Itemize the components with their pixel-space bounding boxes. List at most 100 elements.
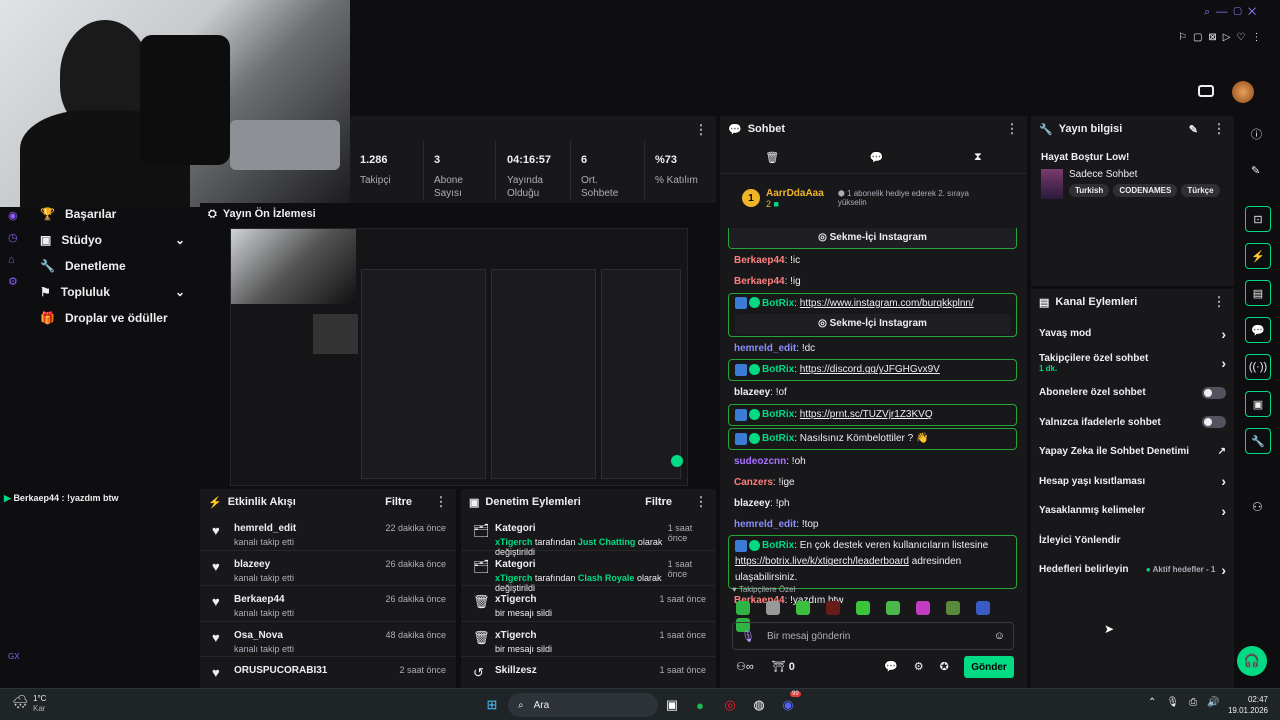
broadcast-button[interactable]: ((·)) xyxy=(1245,354,1271,380)
window-controls[interactable]: ⌕ — ▢ ✕ xyxy=(1204,6,1256,19)
emoji-icon[interactable]: ☺ xyxy=(994,630,1005,642)
notes-icon: ▤ xyxy=(1252,287,1264,300)
chat-link[interactable]: https://www.instagram.com/burqkkplnn/ xyxy=(800,298,974,309)
nav-item-studio[interactable]: ▣ Stüdyo ⌄ xyxy=(0,227,200,253)
nav-item-community[interactable]: ⚑ Topluluk ⌄ xyxy=(0,279,200,305)
activity-row[interactable]: ♥ Berkaep44 kanalı takip etti 26 dakika önc… xyxy=(200,586,456,622)
moderation-row[interactable]: 🗂 Kategori xTigerch tarafından Just Chatti… xyxy=(461,515,716,557)
activity-row[interactable]: ♥ hemreld_edit kanalı takip etti 22 dakika … xyxy=(200,515,456,551)
instagram-button[interactable]: ◎ Sekme-İçi Instagram xyxy=(729,228,1016,248)
toggle-switch[interactable] xyxy=(1202,416,1226,429)
activity-feed-panel: ⚡ Etkinlik Akışı Filtre ⋮ ♥ hemreld_edit k… xyxy=(200,489,456,693)
gift-leaderboard[interactable]: 1 AarrDdaAaa 2 ■ ⬢ 1 abonelik hediye ede… xyxy=(720,174,1027,222)
toggle-switch[interactable] xyxy=(1202,386,1226,399)
nav-item-drops[interactable]: 🎁 Droplar ve ödüller xyxy=(0,305,200,331)
chat-button[interactable]: 💬 xyxy=(1245,317,1271,343)
taskbar-search[interactable]: ⌕ Ara xyxy=(508,693,658,717)
lightning-button[interactable]: ⚡ xyxy=(1245,243,1271,269)
clock[interactable]: 02:47 19.01.2026 xyxy=(1224,694,1268,716)
activity-user[interactable]: ORUSPUCORABI31 xyxy=(234,665,327,676)
kebab-icon[interactable]: ⋮ xyxy=(434,494,448,510)
bot-message: BotRix: https://www.instagram.com/burqkk… xyxy=(728,292,1017,337)
edit-icon[interactable]: ✎ xyxy=(1189,123,1198,136)
channel-action-item[interactable]: Yasaklanmış kelimeler › xyxy=(1031,496,1234,526)
chat-settings-icon[interactable]: 💬 xyxy=(870,151,884,164)
nav-item-moderation[interactable]: 🔧 Denetleme xyxy=(0,253,200,279)
kebab-icon[interactable]: ⋮ xyxy=(694,122,708,138)
infinity-icon[interactable]: ⚇∞ xyxy=(736,660,754,673)
channel-action-item[interactable]: İzleyici Yönlendir xyxy=(1031,526,1234,556)
kebab-icon[interactable]: ⋮ xyxy=(694,494,708,510)
extensions-icon[interactable]: ⚇ xyxy=(1252,500,1263,514)
chat-link[interactable]: https://prnt.sc/TUZVjr1Z3KVQ xyxy=(800,409,933,420)
channel-action-item[interactable]: Abonelere özel sohbet xyxy=(1031,378,1234,408)
gear-icon[interactable]: ⚙ xyxy=(914,660,924,673)
moderation-header: ▣ Denetim Eylemleri Filtre ⋮ xyxy=(469,494,708,510)
activity-user[interactable]: Osa_Nova xyxy=(234,630,294,641)
emote-row[interactable] xyxy=(736,601,1026,632)
discord-icon[interactable]: ◉ xyxy=(778,695,798,715)
chat-link[interactable]: https://discord.gg/yJFGHGvx9V xyxy=(800,364,940,375)
mod-time: 1 saat önce xyxy=(659,629,706,640)
channel-action-item[interactable]: Yavaş mod › xyxy=(1031,319,1234,349)
toolbar-icons[interactable]: ⚐▢⊠▷♡⋮ xyxy=(1178,32,1267,43)
pencil-icon[interactable]: ✎ xyxy=(1251,164,1260,177)
tools-button[interactable]: 🔧 xyxy=(1245,428,1271,454)
channel-action-item[interactable]: Yalnızca ifadelerle sohbet xyxy=(1031,408,1234,438)
theater-mode-icon[interactable] xyxy=(1198,85,1214,97)
notes-button[interactable]: ▤ xyxy=(1245,280,1271,306)
weather-widget[interactable]: 1°C Kar xyxy=(33,694,46,714)
windows-start-icon[interactable]: ⊞ xyxy=(482,695,502,715)
spotify-icon[interactable]: ● xyxy=(690,695,710,715)
activity-time: 48 dakika önce xyxy=(385,629,446,640)
channel-action-item[interactable]: Hedefleri belirleyin ● Aktif hedefler - 1… xyxy=(1031,555,1234,585)
activity-filter-button[interactable]: Filtre xyxy=(385,496,412,508)
chat-input[interactable]: 🎙 Bir mesaj gönderin ☺ xyxy=(732,622,1014,650)
tag-chip[interactable]: CODENAMES xyxy=(1113,184,1178,197)
badge-icon[interactable]: ✪ xyxy=(940,660,949,673)
info-icon[interactable]: ⓘ xyxy=(1251,126,1262,142)
mod-panel-button[interactable]: ▣ xyxy=(1245,391,1271,417)
mod-desc: bir mesajı sildi xyxy=(495,643,553,654)
send-button[interactable]: Gönder xyxy=(964,656,1014,678)
trash-icon: 🗑 xyxy=(473,629,490,645)
points-display[interactable]: ⛩ 0 xyxy=(772,660,795,673)
activity-user[interactable]: Berkaep44 xyxy=(234,594,294,605)
instagram-button[interactable]: ◎ Sekme-İçi Instagram xyxy=(735,313,1010,334)
undo-icon: ↺ xyxy=(473,665,484,680)
chat-panel: 💬 Sohbet ⋮ 🗑 💬 ⧗ 1 AarrDdaAaa 2 ■ ⬢ 1 ab… xyxy=(720,116,1027,688)
steam-icon[interactable]: ◍ xyxy=(749,695,769,715)
camera-button[interactable]: ⊡ xyxy=(1245,206,1271,232)
system-tray[interactable]: ⌃🎙⎙🔊 xyxy=(1148,697,1230,708)
verified-icon xyxy=(749,409,760,421)
hourglass-icon[interactable]: ⧗ xyxy=(974,151,982,164)
opera-gx-icon[interactable]: ◎ xyxy=(720,695,740,715)
chat-messages: ◎ Sekme-İçi Instagram Berkaep44: !ic Berk… xyxy=(720,224,1027,624)
moderation-filter-button[interactable]: Filtre xyxy=(645,496,672,508)
activity-user[interactable]: hemreld_edit xyxy=(234,523,296,534)
activity-user[interactable]: blazeey xyxy=(234,559,294,570)
channel-action-item[interactable]: Yapay Zeka ile Sohbet Denetimi ↗ xyxy=(1031,437,1234,467)
stream-preview-video[interactable] xyxy=(230,228,688,486)
kebab-icon[interactable]: ⋮ xyxy=(1212,294,1226,310)
microphone-icon[interactable]: 🎙 xyxy=(741,630,755,643)
chat-icon[interactable]: 💬 xyxy=(884,660,898,673)
leaderboard-link[interactable]: https://botrix.live/k/xtigerch/leaderboa… xyxy=(735,556,909,567)
chat-message: sudeozcnn: !oh xyxy=(734,456,806,468)
activity-row[interactable]: ♥ blazeey kanalı takip etti 26 dakika önce xyxy=(200,551,456,586)
kebab-icon[interactable]: ⋮ xyxy=(1212,121,1226,137)
kebab-icon[interactable]: ⋮ xyxy=(1005,121,1019,137)
search-icon: ⌕ xyxy=(518,699,524,711)
channel-action-item[interactable]: Takipçilere özel sohbet 1 dk. › xyxy=(1031,349,1234,379)
moderation-row[interactable]: 🗑 xTigerch bir mesajı sildi 1 saat önce xyxy=(461,622,716,657)
task-view-icon[interactable]: ▣ xyxy=(662,695,682,715)
channel-action-item[interactable]: Hesap yaşı kısıtlaması › xyxy=(1031,467,1234,497)
trash-icon[interactable]: 🗑 xyxy=(765,151,779,164)
activity-row[interactable]: ♥ Osa_Nova kanalı takip etti 48 dakika önce xyxy=(200,622,456,657)
tag-chip[interactable]: Türkçe xyxy=(1181,184,1220,197)
weather-icon[interactable]: 🌨 xyxy=(12,694,29,710)
help-button[interactable]: 🎧 xyxy=(1237,646,1267,676)
tag-chip[interactable]: Turkish xyxy=(1069,184,1110,197)
avatar[interactable] xyxy=(1232,81,1254,103)
stream-category: Sadece Sohbet Turkish CODENAMES Türkçe xyxy=(1031,163,1234,199)
